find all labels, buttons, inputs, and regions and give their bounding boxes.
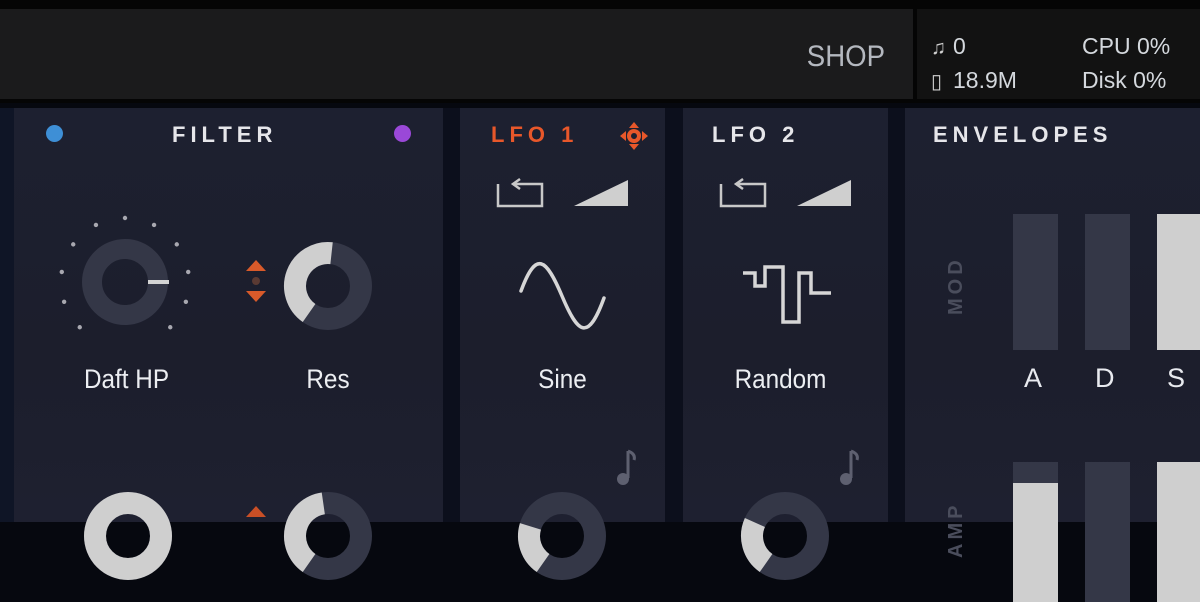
envelope-stage-fill [1157,462,1200,602]
envelope-stage-fill [1157,214,1200,350]
lfo1-waveform-label[interactable]: Sine [506,364,619,395]
envelope-stage-slider[interactable] [1085,214,1130,350]
step-up-icon[interactable] [246,260,266,271]
tempo-sync-note-icon[interactable] [835,448,861,488]
amp-envelope-label: AMP [945,501,967,558]
knob-tick [77,325,82,330]
lower-step-up-icon[interactable] [242,501,270,521]
filter-type-knob[interactable] [54,208,194,348]
filter-mod-dot-left[interactable] [46,125,63,142]
knob-tick [122,215,128,221]
resonance-label: Res [306,364,350,394]
filter-lower-knob-1[interactable] [78,486,178,586]
stage-label-attack: A [1024,363,1043,393]
panel-divider [888,108,905,522]
knob-tick [186,269,191,275]
lfo1-panel: LFO 1 Sine [460,108,665,580]
knob-tick [174,242,179,247]
envelope-stage-slider[interactable] [1157,214,1200,350]
lfo2-rate-knob[interactable] [735,486,835,586]
filter-title: FILTER [172,122,278,147]
memory-stat: ▯ 18.9M [931,67,1017,94]
shop-button[interactable]: SHOP [807,40,885,74]
performance-stats: ♫ 0 ▯ 18.9M CPU 0% Disk 0% [917,9,1200,99]
filter-mod-dot-right[interactable] [394,125,411,142]
envelope-stage-slider[interactable] [1085,462,1130,602]
lfo2-title[interactable]: LFO 2 [712,122,799,148]
disk-stat: Disk 0% [1082,67,1167,93]
knob-tick [61,299,67,304]
knob-tick [93,222,99,228]
envelopes-title: ENVELOPES [933,122,1113,147]
envelope-stage-fill [1013,483,1058,602]
envelope-stage-slider[interactable] [1013,462,1058,602]
stage-label-sustain: S [1167,363,1186,393]
envelope-stage-slider[interactable] [1013,214,1058,350]
random-wave-icon[interactable] [741,264,835,328]
panel-divider [665,108,683,522]
voices-stat: ♫ 0 [931,33,966,60]
knob-value-arc [84,492,172,580]
stage-label-decay: D [1095,363,1115,393]
knob-tick [168,325,173,330]
top-bar: SHOP ♫ 0 ▯ 18.9M CPU 0% Disk 0% [0,0,1200,103]
knob-pointer [148,280,169,284]
panel-divider [443,108,460,522]
lfo2-waveform-label[interactable]: Random [715,364,846,395]
top-bar-main: SHOP [0,9,913,99]
knob-value-arc [284,492,326,573]
lfo2-retrigger-icon[interactable] [719,176,767,208]
note-voices-icon: ♫ [931,37,946,59]
envelopes-panel: ENVELOPES MOD A D S AMP [905,108,1200,602]
tempo-sync-note-icon[interactable] [612,448,638,488]
knob-value-arc [741,517,773,573]
lfo1-title[interactable]: LFO 1 [491,122,578,148]
voices-count: 0 [953,33,966,59]
filter-lower-knob-2[interactable] [278,486,378,586]
filter-type-label: Daft HP [83,364,170,394]
resonance-stepper[interactable] [242,255,270,311]
memory-value: 18.9M [953,67,1017,93]
lfo1-retrigger-icon[interactable] [496,176,544,208]
step-down-icon[interactable] [246,291,266,302]
lfo2-ramp-icon[interactable] [795,176,853,208]
resonance-knob[interactable] [278,236,378,336]
knob-value-arc [284,242,333,323]
lfo1-rate-knob[interactable] [512,486,612,586]
knob-tick [71,242,76,247]
knob-tick [59,269,64,275]
knob-tick [151,222,157,228]
lfo1-ramp-icon[interactable] [572,176,630,208]
knob-value-arc [518,523,550,573]
lfo1-drag-target-icon[interactable] [618,120,650,152]
left-edge-strip [0,108,14,522]
envelope-stage-slider[interactable] [1157,462,1200,602]
memory-chip-icon: ▯ [931,71,943,93]
lfo2-panel: LFO 2 Random [683,108,888,580]
knob-tick [183,299,189,304]
mod-envelope-label: MOD [945,256,967,315]
filter-panel: FILTER Daft HP Res [14,108,443,580]
step-dot-icon [252,277,260,285]
cpu-stat: CPU 0% [1082,33,1171,59]
sine-wave-icon[interactable] [518,258,608,336]
